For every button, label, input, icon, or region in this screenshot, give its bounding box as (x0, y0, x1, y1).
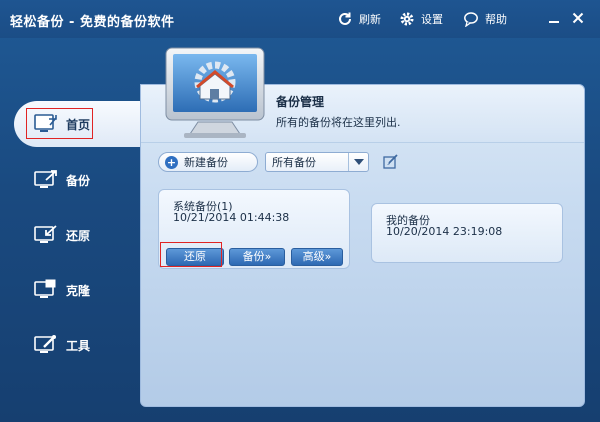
advanced-button-label: 高级 (302, 250, 325, 263)
title-bar: 轻松备份 - 免费的备份软件 刷新 设置 帮助 (0, 0, 600, 38)
edit-icon[interactable] (383, 153, 399, 169)
backup-icon (34, 170, 57, 188)
sidebar-item-clone[interactable]: 克隆 (0, 267, 140, 313)
page-title: 备份管理 (276, 95, 325, 109)
filter-value: 所有备份 (272, 156, 316, 169)
settings-label: 设置 (421, 13, 443, 26)
backup-button-label: 备份 (242, 250, 265, 263)
dropdown-arrow-icon (348, 153, 368, 171)
chat-bubble-icon (464, 12, 478, 27)
minimize-button[interactable] (544, 8, 564, 28)
plus-icon: + (165, 155, 178, 169)
page-subtitle: 所有的备份将在这里列出. (276, 116, 401, 129)
backup-time: 10/20/2014 23:19:08 (386, 225, 503, 238)
refresh-icon (339, 12, 351, 25)
advanced-button[interactable]: 高级» (291, 248, 343, 266)
backup-button[interactable]: 备份» (229, 248, 285, 266)
close-icon (572, 12, 584, 24)
restore-icon (34, 225, 57, 243)
tools-icon (34, 335, 56, 353)
refresh-button[interactable]: 刷新 (337, 10, 381, 28)
refresh-label: 刷新 (359, 13, 381, 26)
app-window: 轻松备份 - 免费的备份软件 刷新 设置 帮助 备份管理 所有的备份将在这里列出… (0, 0, 600, 422)
highlight-home (26, 108, 93, 139)
sidebar-item-backup[interactable]: 备份 (0, 157, 140, 203)
close-button[interactable] (568, 8, 588, 28)
monitor-illustration (165, 47, 265, 138)
highlight-restore (160, 242, 222, 267)
double-chevron-down-icon: » (324, 250, 332, 263)
backup-filter-select[interactable]: 所有备份 (265, 152, 369, 172)
backup-time: 10/21/2014 01:44:38 (173, 211, 290, 224)
sidebar-item-label: 还原 (66, 229, 91, 243)
clone-icon (34, 279, 56, 298)
minimize-icon (549, 21, 559, 23)
help-button[interactable]: 帮助 (463, 10, 507, 28)
sidebar-item-restore[interactable]: 还原 (0, 212, 140, 258)
new-backup-label: 新建备份 (184, 156, 228, 169)
sidebar-item-tools[interactable]: 工具 (0, 322, 140, 368)
double-chevron-down-icon: » (264, 250, 272, 263)
sidebar-item-label: 克隆 (66, 284, 91, 298)
new-backup-button[interactable]: + 新建备份 (158, 152, 258, 172)
settings-button[interactable]: 设置 (399, 10, 443, 28)
sidebar-item-label: 工具 (66, 339, 91, 353)
gear-icon (400, 12, 414, 26)
app-title: 轻松备份 - 免费的备份软件 (10, 15, 175, 30)
backup-card[interactable]: 我的备份 10/20/2014 23:19:08 (371, 203, 563, 263)
help-label: 帮助 (485, 13, 507, 26)
sidebar-item-label: 备份 (66, 174, 91, 188)
